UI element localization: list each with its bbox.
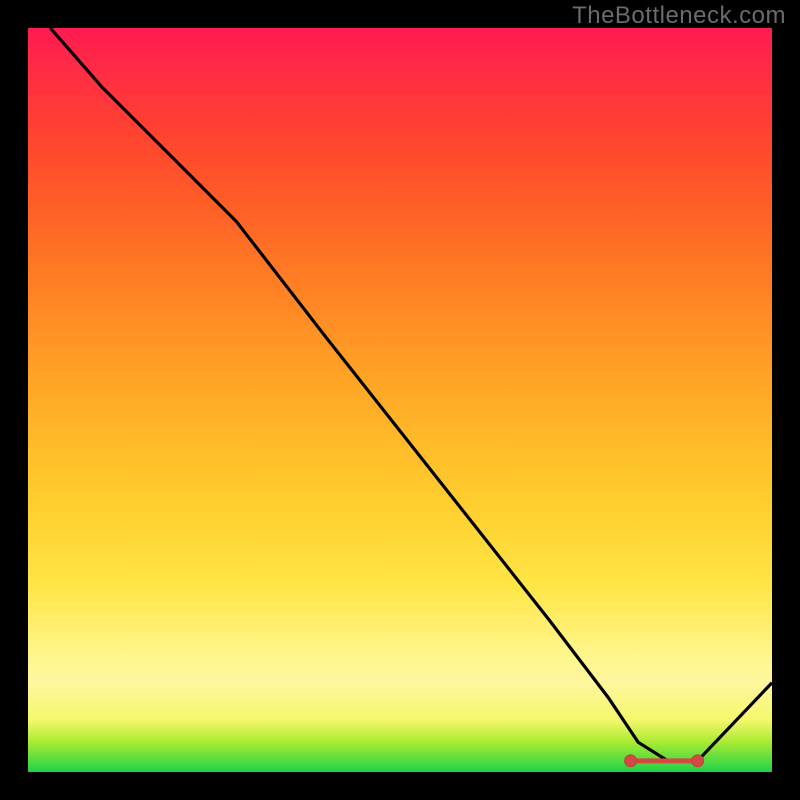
chart-frame: TheBottleneck.com (0, 0, 800, 800)
optimum-marker-right (692, 755, 704, 767)
optimum-marker-left (625, 755, 637, 767)
plot-container (28, 28, 772, 772)
bottleneck-curve (50, 28, 772, 761)
watermark-text: TheBottleneck.com (572, 2, 786, 30)
plot-svg (28, 28, 772, 772)
